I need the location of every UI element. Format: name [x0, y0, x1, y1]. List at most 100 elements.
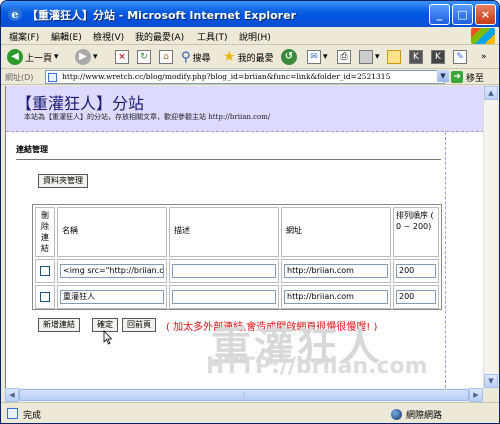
print-button[interactable]: ⎙ — [337, 48, 351, 66]
menu-file[interactable]: 檔案(F) — [9, 30, 39, 43]
header-url: 網址 — [286, 226, 302, 235]
edit-button[interactable]: ▾ — [359, 48, 380, 66]
back-page-button[interactable]: 回前頁 — [122, 318, 156, 332]
row1-name-cell: <img src="http://briian.com — [57, 259, 167, 283]
menu-tools[interactable]: 工具(T) — [197, 30, 228, 43]
blog-subtitle: 本站為【重灌狂人】的分站，存放相關文章，歡迎參觀主站 http://briian… — [24, 113, 271, 121]
vertical-scrollbar[interactable]: ▲ ▼ — [483, 86, 498, 388]
row2-description-cell — [169, 285, 279, 309]
refresh-button[interactable]: ↻ — [137, 48, 151, 66]
print-icon: ⎙ — [337, 50, 351, 64]
header-url-cell: 網址 — [281, 207, 391, 257]
chevron-down-icon: ▾ — [375, 52, 380, 62]
link-table: 刪除連結 名稱 描述 網址 排列順序 ( 0 ~ 200) <img src="… — [32, 204, 442, 310]
address-input[interactable]: http://www.wretch.cc/blog/modify.php?blo… — [45, 70, 445, 84]
status-text: 完成 — [23, 411, 42, 421]
k-icon: K — [431, 50, 445, 64]
chevron-down-icon: ▾ — [323, 52, 328, 62]
row1-description-input[interactable] — [172, 264, 276, 278]
menu-edit[interactable]: 編輯(E) — [51, 30, 82, 43]
menu-favorites[interactable]: 我的最愛(A) — [135, 30, 184, 43]
row2-name-input[interactable]: 重灌狂人 — [60, 290, 164, 304]
research-button[interactable]: K — [409, 48, 423, 66]
edit-icon — [359, 50, 373, 64]
mouse-cursor-icon — [103, 330, 113, 345]
scroll-corner — [483, 388, 497, 402]
row1-name-input[interactable]: <img src="http://briian.com — [60, 264, 164, 278]
scroll-right-icon[interactable]: ▶ — [469, 388, 483, 402]
title-bar[interactable]: e 【重灌狂人】分站 - Microsoft Internet Explorer… — [1, 1, 499, 27]
maximize-button[interactable]: □ — [452, 4, 473, 25]
page-viewport: 【重灌狂人】分站 本站為【重灌狂人】的分站，存放相關文章，歡迎參觀主站 http… — [5, 86, 483, 388]
more-chevron-icon: » — [481, 52, 487, 62]
horizontal-scrollbar[interactable]: ◀ ⋮ ▶ — [5, 388, 483, 402]
header-order-cell: 排列順序 ( 0 ~ 200) — [393, 207, 439, 257]
row1-url-cell: http://briian.com — [281, 259, 391, 283]
refresh-icon: ↻ — [137, 50, 151, 64]
stop-button[interactable]: × — [115, 48, 129, 66]
horizontal-scroll-thumb[interactable]: ⋮ — [19, 389, 469, 401]
header-name: 名稱 — [62, 226, 78, 235]
row2-delete-cell — [35, 285, 55, 309]
section-divider — [16, 159, 441, 160]
row1-description-cell — [169, 259, 279, 283]
mail-button[interactable]: ✉ ▾ — [307, 48, 328, 66]
row2-delete-checkbox[interactable] — [40, 292, 50, 302]
header-description: 描述 — [174, 226, 190, 235]
address-bar: 網址(D) http://www.wretch.cc/blog/modify.p… — [1, 69, 499, 85]
search-button[interactable]: ⚲ 搜尋 — [181, 48, 211, 66]
menu-view[interactable]: 檢視(V) — [93, 30, 124, 43]
row1-delete-cell — [35, 259, 55, 283]
security-zone: 網際網路 — [391, 408, 442, 421]
row2-order-input[interactable]: 200 — [396, 290, 436, 304]
toolbar-more-button[interactable]: » — [479, 48, 487, 66]
back-button[interactable]: ◀ 上一頁 ▾ — [7, 48, 59, 66]
back-arrow-icon: ◀ — [7, 49, 23, 65]
search-label: 搜尋 — [192, 53, 211, 64]
discuss-button[interactable]: K — [431, 48, 445, 66]
header-order: 排列順序 ( 0 ~ 200) — [396, 211, 434, 231]
history-icon: ↺ — [281, 49, 297, 65]
scroll-up-icon[interactable]: ▲ — [484, 86, 498, 100]
folder-manage-button[interactable]: 資料夾管理 — [38, 174, 88, 188]
blog-title[interactable]: 【重灌狂人】分站 — [16, 90, 144, 114]
add-link-button[interactable]: 新增連結 — [38, 318, 80, 332]
forward-arrow-icon: ▶ — [75, 49, 91, 65]
section-title: 連結管理 — [16, 145, 48, 154]
star-icon: ★ — [223, 49, 236, 65]
messenger-button[interactable] — [387, 48, 401, 66]
tool-icon: ✎ — [453, 50, 467, 64]
menu-help[interactable]: 說明(H) — [239, 30, 271, 43]
row1-delete-checkbox[interactable] — [40, 266, 50, 276]
scroll-left-icon[interactable]: ◀ — [5, 388, 19, 402]
header-delete: 刪除連結 — [41, 211, 49, 253]
address-label: 網址(D) — [5, 73, 34, 82]
zone-label: 網際網路 — [406, 411, 443, 421]
row1-order-cell: 200 — [393, 259, 439, 283]
row1-url-input[interactable]: http://briian.com — [284, 264, 388, 278]
tools-button[interactable]: ✎ — [453, 48, 467, 66]
forward-button[interactable]: ▶ ▾ — [75, 48, 98, 66]
ie-icon: e — [8, 7, 22, 21]
home-button[interactable]: ⌂ — [159, 48, 173, 66]
go-button[interactable]: ➜ 移至 — [451, 70, 484, 84]
row2-url-input[interactable]: http://briian.com — [284, 290, 388, 304]
globe-icon — [391, 409, 402, 420]
row1-order-input[interactable]: 200 — [396, 264, 436, 278]
minimize-button[interactable]: _ — [429, 4, 450, 25]
stop-icon: × — [115, 50, 129, 64]
row2-description-input[interactable] — [172, 290, 276, 304]
windows-logo-icon — [471, 28, 495, 44]
history-button[interactable]: ↺ — [281, 48, 297, 66]
header-description-cell: 描述 — [169, 207, 279, 257]
status-bar: 完成 網際網路 — [1, 402, 499, 423]
favorites-button[interactable]: ★ 我的最愛 — [223, 48, 274, 66]
scroll-down-icon[interactable]: ▼ — [484, 374, 498, 388]
browser-window: e 【重灌狂人】分站 - Microsoft Internet Explorer… — [0, 0, 500, 424]
header-delete-cell: 刪除連結 — [35, 207, 55, 257]
folder-icon — [387, 50, 401, 64]
address-dropdown-icon[interactable]: ▼ — [437, 70, 449, 82]
row2-order-cell: 200 — [393, 285, 439, 309]
close-button[interactable]: × — [475, 4, 496, 25]
menu-bar: 檔案(F) 編輯(E) 檢視(V) 我的最愛(A) 工具(T) 說明(H) — [1, 27, 499, 45]
